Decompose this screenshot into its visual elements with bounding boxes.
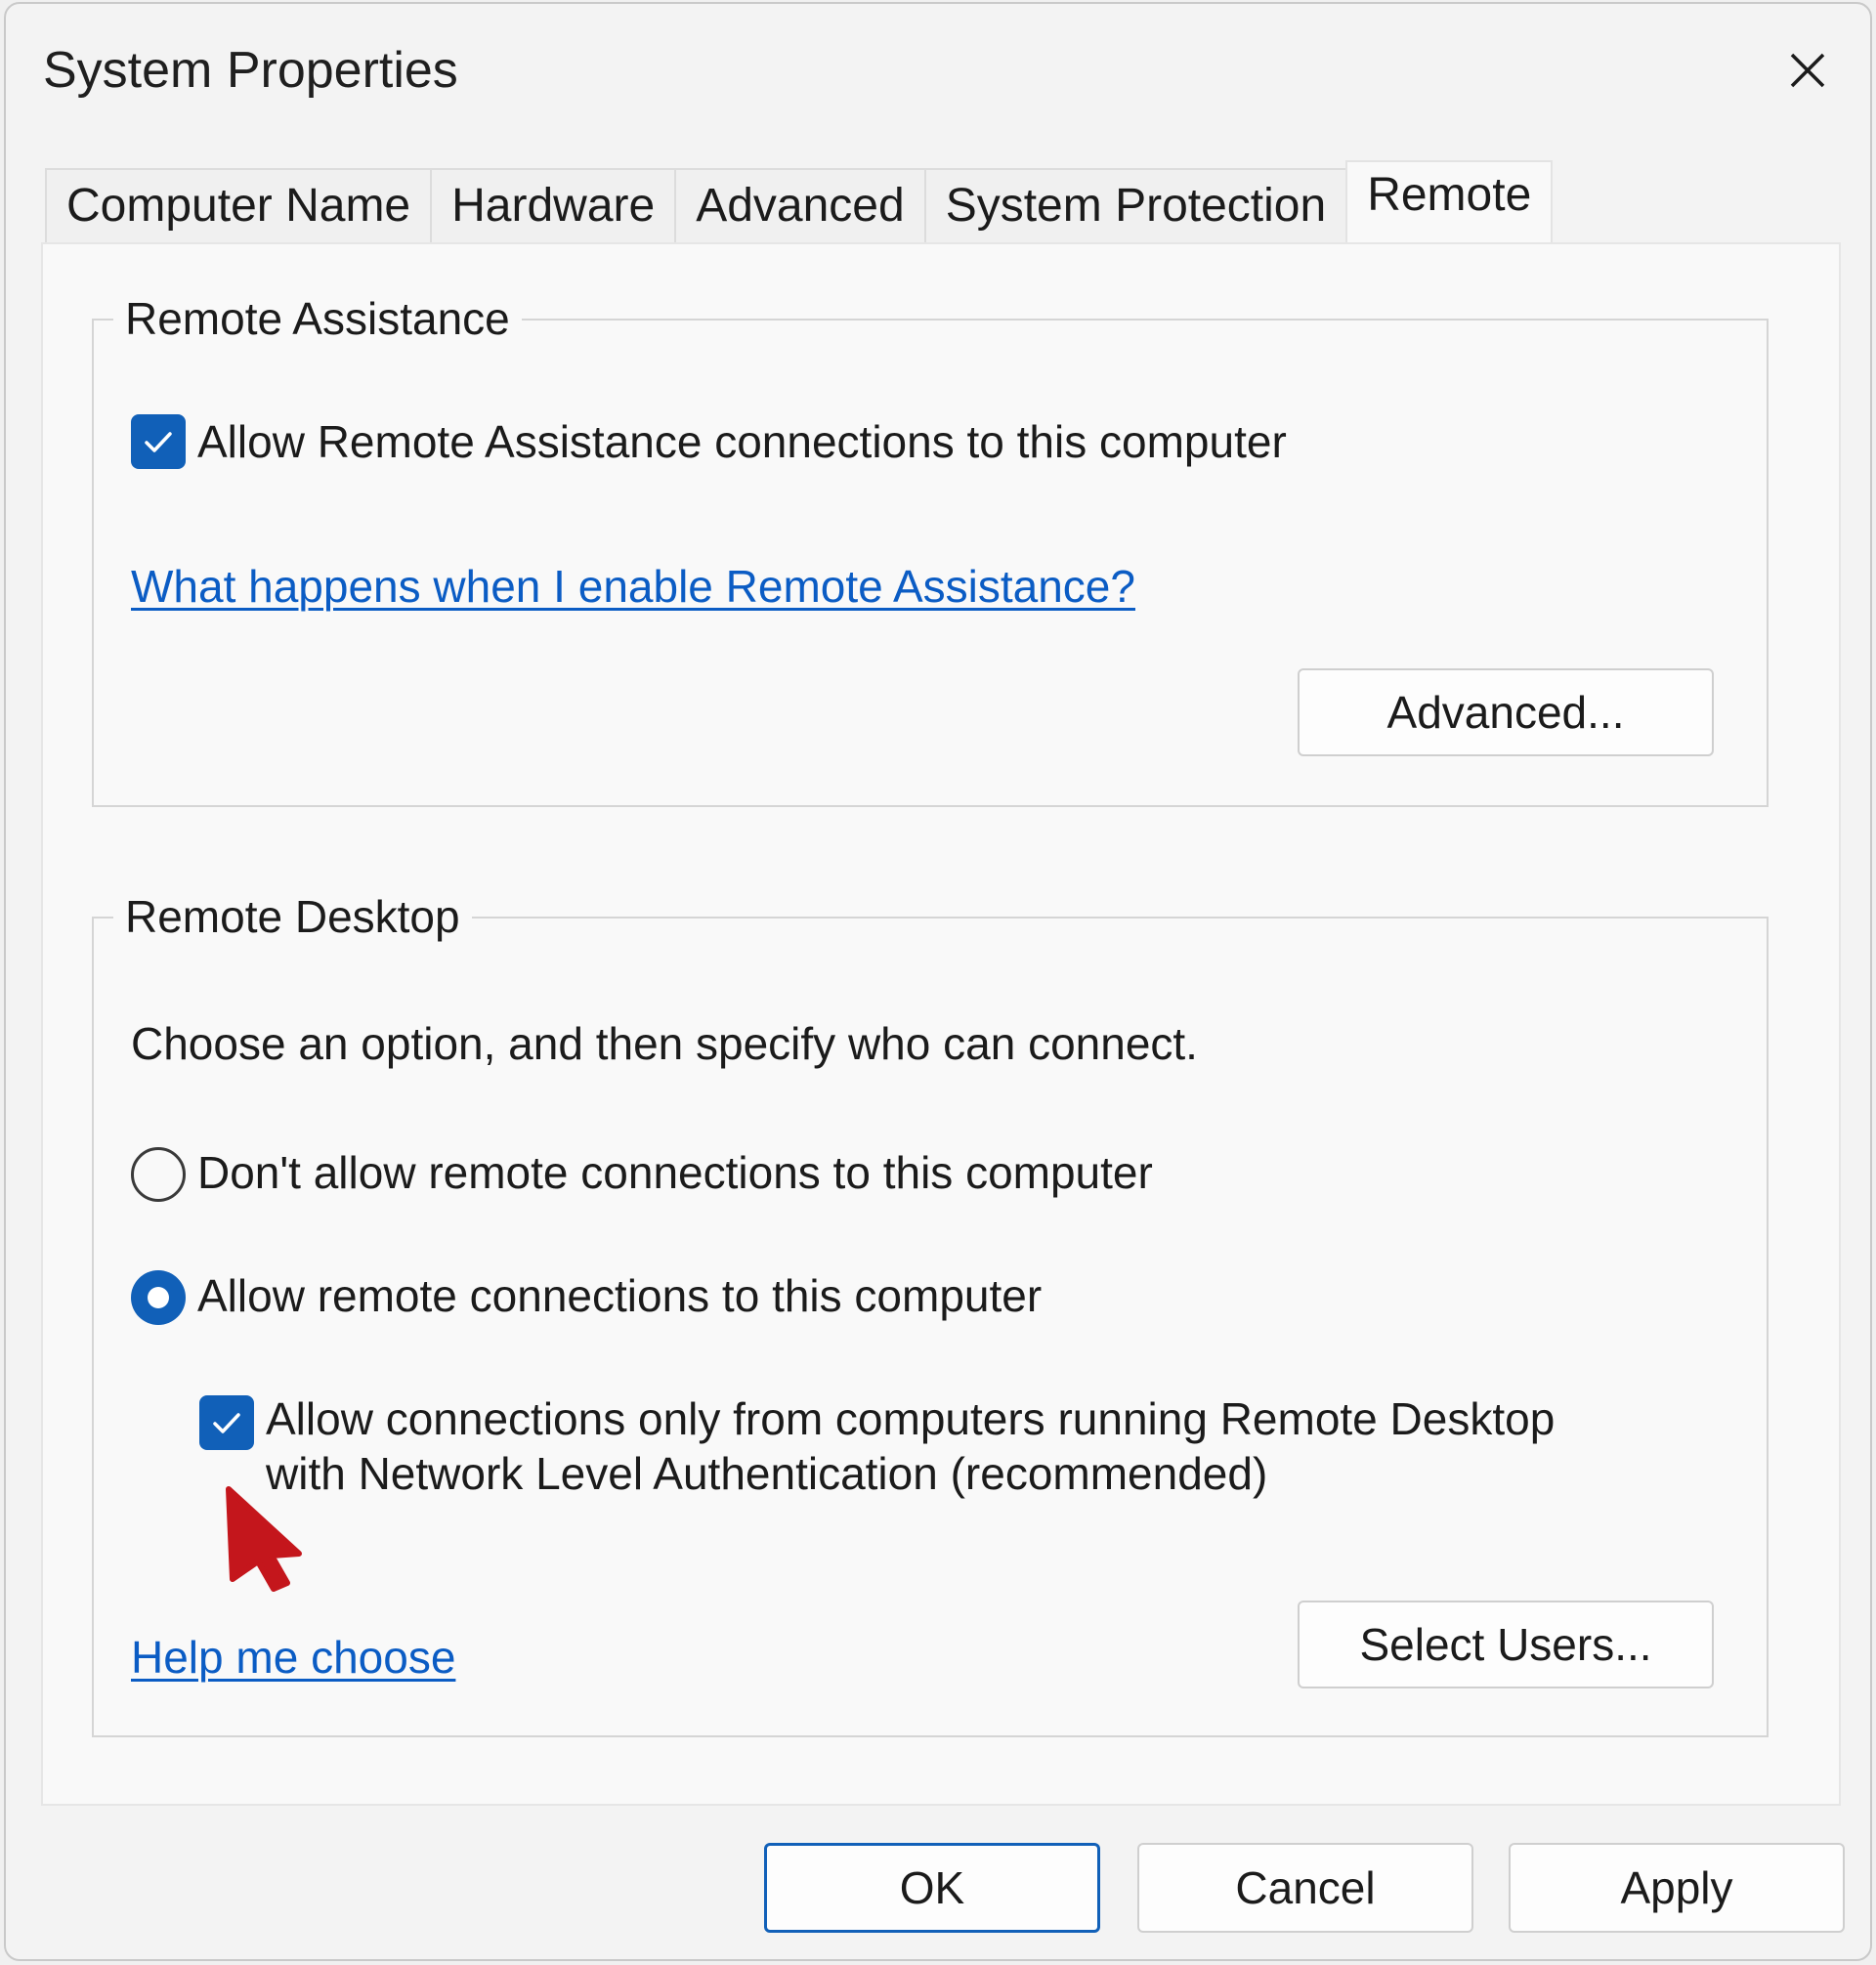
remote-desktop-group-title: Remote Desktop xyxy=(113,887,472,946)
nla-only-label-line1[interactable]: Allow connections only from computers ru… xyxy=(266,1391,1555,1446)
remote-assistance-advanced-button[interactable]: Advanced... xyxy=(1298,668,1714,756)
apply-button[interactable]: Apply xyxy=(1509,1843,1845,1933)
close-button[interactable] xyxy=(1770,33,1845,107)
checkmark-icon xyxy=(213,1413,240,1433)
tab-system-protection[interactable]: System Protection xyxy=(923,168,1348,244)
tab-remote[interactable]: Remote xyxy=(1345,160,1554,244)
tab-computer-name[interactable]: Computer Name xyxy=(45,168,433,244)
tab-hardware[interactable]: Hardware xyxy=(430,168,677,244)
checkmark-icon xyxy=(145,432,172,452)
allow-remote-assistance-checkbox[interactable] xyxy=(131,414,186,469)
remote-assistance-group: Remote Assistance Allow Remote Assistanc… xyxy=(92,289,1769,807)
cancel-button[interactable]: Cancel xyxy=(1137,1843,1473,1933)
allow-remote-assistance-label[interactable]: Allow Remote Assistance connections to t… xyxy=(197,414,1287,469)
system-properties-window: System Properties Computer Name Hardware… xyxy=(4,2,1872,1961)
help-me-choose-link[interactable]: Help me choose xyxy=(131,1630,455,1685)
close-icon xyxy=(1790,53,1825,88)
remote-assistance-help-link[interactable]: What happens when I enable Remote Assist… xyxy=(131,559,1135,614)
dont-allow-remote-label[interactable]: Don't allow remote connections to this c… xyxy=(197,1145,1153,1200)
window-title: System Properties xyxy=(43,42,458,99)
nla-only-checkbox[interactable] xyxy=(199,1395,254,1450)
tab-strip: Computer Name Hardware Advanced System P… xyxy=(45,160,1554,244)
remote-desktop-instructions: Choose an option, and then specify who c… xyxy=(131,1018,1198,1069)
tab-advanced[interactable]: Advanced xyxy=(674,168,926,244)
nla-only-label-line2[interactable]: with Network Level Authentication (recom… xyxy=(266,1446,1267,1501)
allow-remote-label[interactable]: Allow remote connections to this compute… xyxy=(197,1268,1042,1323)
remote-desktop-group: Remote Desktop Choose an option, and the… xyxy=(92,887,1769,1737)
dont-allow-remote-radio[interactable] xyxy=(131,1147,186,1202)
remote-tab-panel: Remote Assistance Allow Remote Assistanc… xyxy=(41,242,1841,1806)
ok-button[interactable]: OK xyxy=(764,1843,1100,1933)
remote-assistance-group-title: Remote Assistance xyxy=(113,289,522,348)
select-users-button[interactable]: Select Users... xyxy=(1298,1601,1714,1688)
allow-remote-radio[interactable] xyxy=(131,1270,186,1325)
mouse-pointer-icon xyxy=(226,1486,302,1592)
